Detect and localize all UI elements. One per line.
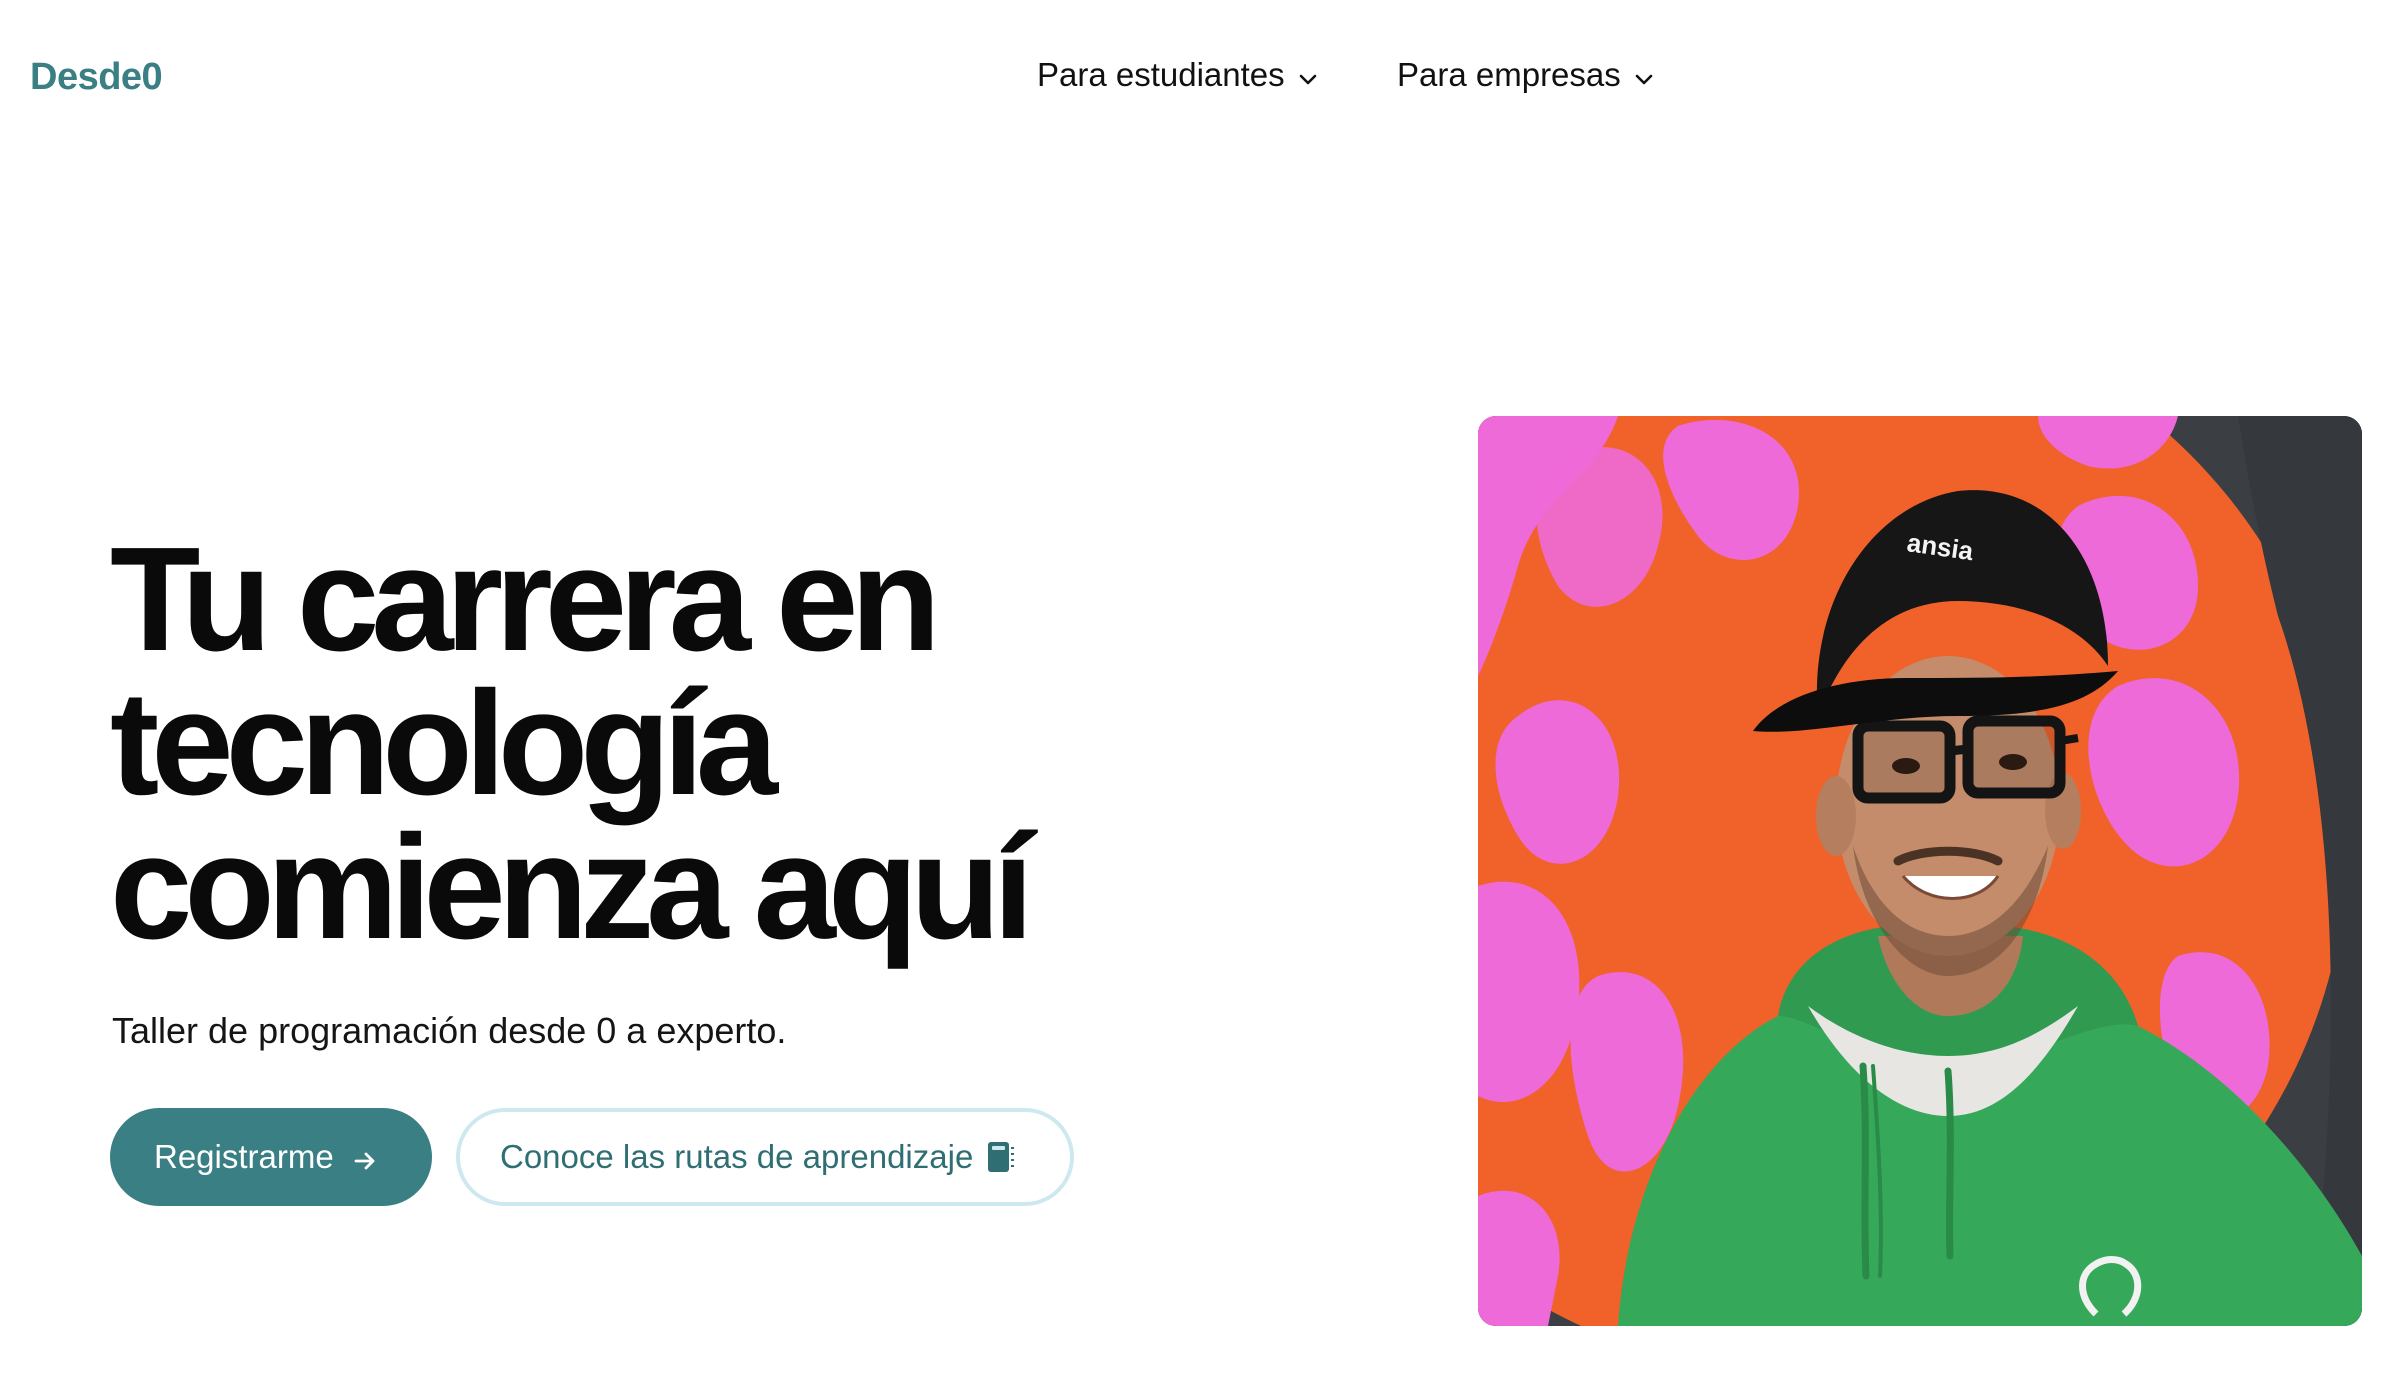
logo[interactable]: Desde0	[30, 56, 163, 99]
register-button-label: Registrarme	[154, 1138, 334, 1175]
chevron-down-icon	[1295, 62, 1321, 88]
hero-photo: ansia	[1478, 416, 2362, 1326]
hero-title: Tu carrera en tecnología comienza aquí	[110, 526, 1360, 962]
site-header: Desde0 Para estudiantes Para empresas	[0, 0, 2404, 160]
chevron-down-icon	[1631, 62, 1657, 88]
learning-paths-button[interactable]: Conoce las rutas de aprendizaje	[456, 1108, 1074, 1206]
nav-students-label: Para estudiantes	[1037, 56, 1285, 93]
hero-title-line: tecnología	[110, 661, 778, 826]
arrow-right-icon	[352, 1144, 378, 1170]
notebook-icon	[985, 1140, 1015, 1174]
hero-title-line: Tu carrera en	[110, 517, 941, 682]
nav-companies-dropdown[interactable]: Para empresas	[1397, 56, 1657, 94]
nav-students-dropdown[interactable]: Para estudiantes	[1037, 56, 1321, 94]
nav-companies-label: Para empresas	[1397, 56, 1621, 93]
hero-subtitle: Taller de programación desde 0 a experto…	[112, 1010, 787, 1051]
learning-paths-button-label: Conoce las rutas de aprendizaje	[500, 1138, 974, 1175]
register-button[interactable]: Registrarme	[110, 1108, 432, 1206]
hero-title-line: comienza aquí	[110, 805, 1034, 970]
